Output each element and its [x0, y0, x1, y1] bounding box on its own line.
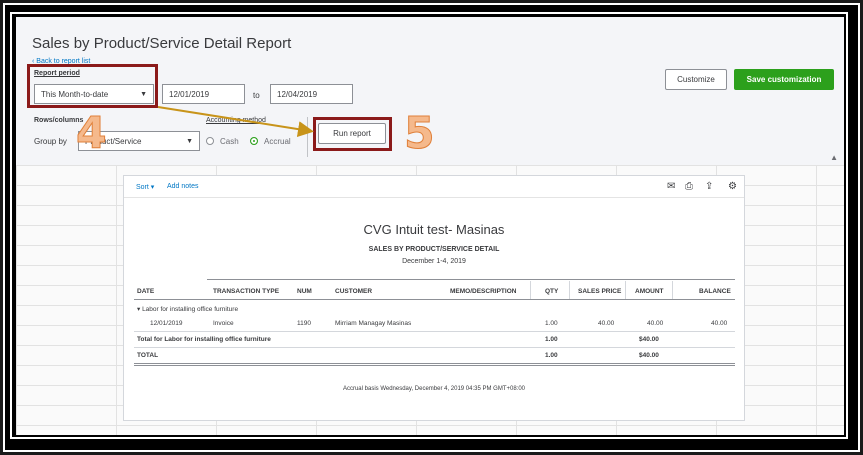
- group-label[interactable]: ▾ Labor for installing office furniture: [137, 305, 238, 313]
- sort-button[interactable]: Sort ▾: [136, 183, 154, 191]
- report-toolbar: Sort ▾ Add notes ✉ ⎙ ⇪ ⚙: [124, 176, 744, 198]
- col-header-transaction-type[interactable]: TRANSACTION TYPE: [213, 288, 279, 295]
- cell-sales-price: 40.00: [598, 320, 615, 327]
- col-header-sales-price[interactable]: SALES PRICE: [578, 288, 621, 295]
- total-qty: 1.00: [545, 352, 558, 359]
- add-notes-button[interactable]: Add notes: [167, 183, 199, 190]
- column-separator: [625, 281, 626, 299]
- col-header-customer[interactable]: CUSTOMER: [335, 288, 372, 295]
- col-header-num[interactable]: NUM: [297, 288, 312, 295]
- header-bottom-line: [134, 299, 735, 300]
- cell-qty: 1.00: [545, 320, 558, 327]
- report-panel: Sort ▾ Add notes ✉ ⎙ ⇪ ⚙ CVG Intuit test…: [123, 175, 745, 421]
- email-icon[interactable]: ✉: [667, 181, 675, 192]
- step-4-number: 4: [76, 108, 108, 160]
- group-total-label: Total for Labor for installing office fu…: [137, 336, 271, 343]
- cell-transaction-type[interactable]: Invoice: [213, 320, 234, 327]
- col-header-amount[interactable]: AMOUNT: [635, 288, 664, 295]
- col-header-date[interactable]: DATE: [137, 288, 154, 295]
- group-total-amount: $40.00: [639, 336, 659, 343]
- col-header-qty[interactable]: QTY: [545, 288, 558, 295]
- cell-customer: Mirriam Managay Masinas: [335, 320, 412, 327]
- column-separator: [530, 281, 531, 299]
- cell-amount: 40.00: [647, 320, 664, 327]
- col-header-memo[interactable]: MEMO/DESCRIPTION: [450, 288, 516, 295]
- cell-num: 1190: [297, 320, 311, 327]
- header-top-line: [207, 279, 735, 280]
- column-separator: [672, 281, 673, 299]
- row-divider: [134, 347, 735, 348]
- report-date-range: December 1-4, 2019: [402, 258, 466, 265]
- cell-balance: 40.00: [711, 320, 728, 327]
- cell-date: 12/01/2019: [150, 320, 183, 327]
- report-footer: Accrual basis Wednesday, December 4, 201…: [342, 386, 526, 392]
- company-name: CVG Intuit test- Masinas: [363, 222, 505, 237]
- total-label: TOTAL: [137, 352, 159, 359]
- col-header-balance[interactable]: BALANCE: [699, 288, 731, 295]
- gear-icon[interactable]: ⚙: [728, 181, 737, 192]
- total-amount: $40.00: [639, 352, 659, 359]
- report-title: SALES BY PRODUCT/SERVICE DETAIL: [368, 246, 500, 253]
- total-underline: [134, 363, 735, 364]
- export-icon[interactable]: ⇪: [705, 181, 713, 192]
- step-5-number: 5: [404, 108, 436, 160]
- total-double-underline: [134, 365, 735, 366]
- row-divider: [134, 331, 735, 332]
- column-separator: [569, 281, 570, 299]
- print-icon[interactable]: ⎙: [685, 181, 693, 192]
- report-app: Sales by Product/Service Detail Report ‹…: [16, 17, 844, 435]
- group-total-qty: 1.00: [545, 336, 558, 343]
